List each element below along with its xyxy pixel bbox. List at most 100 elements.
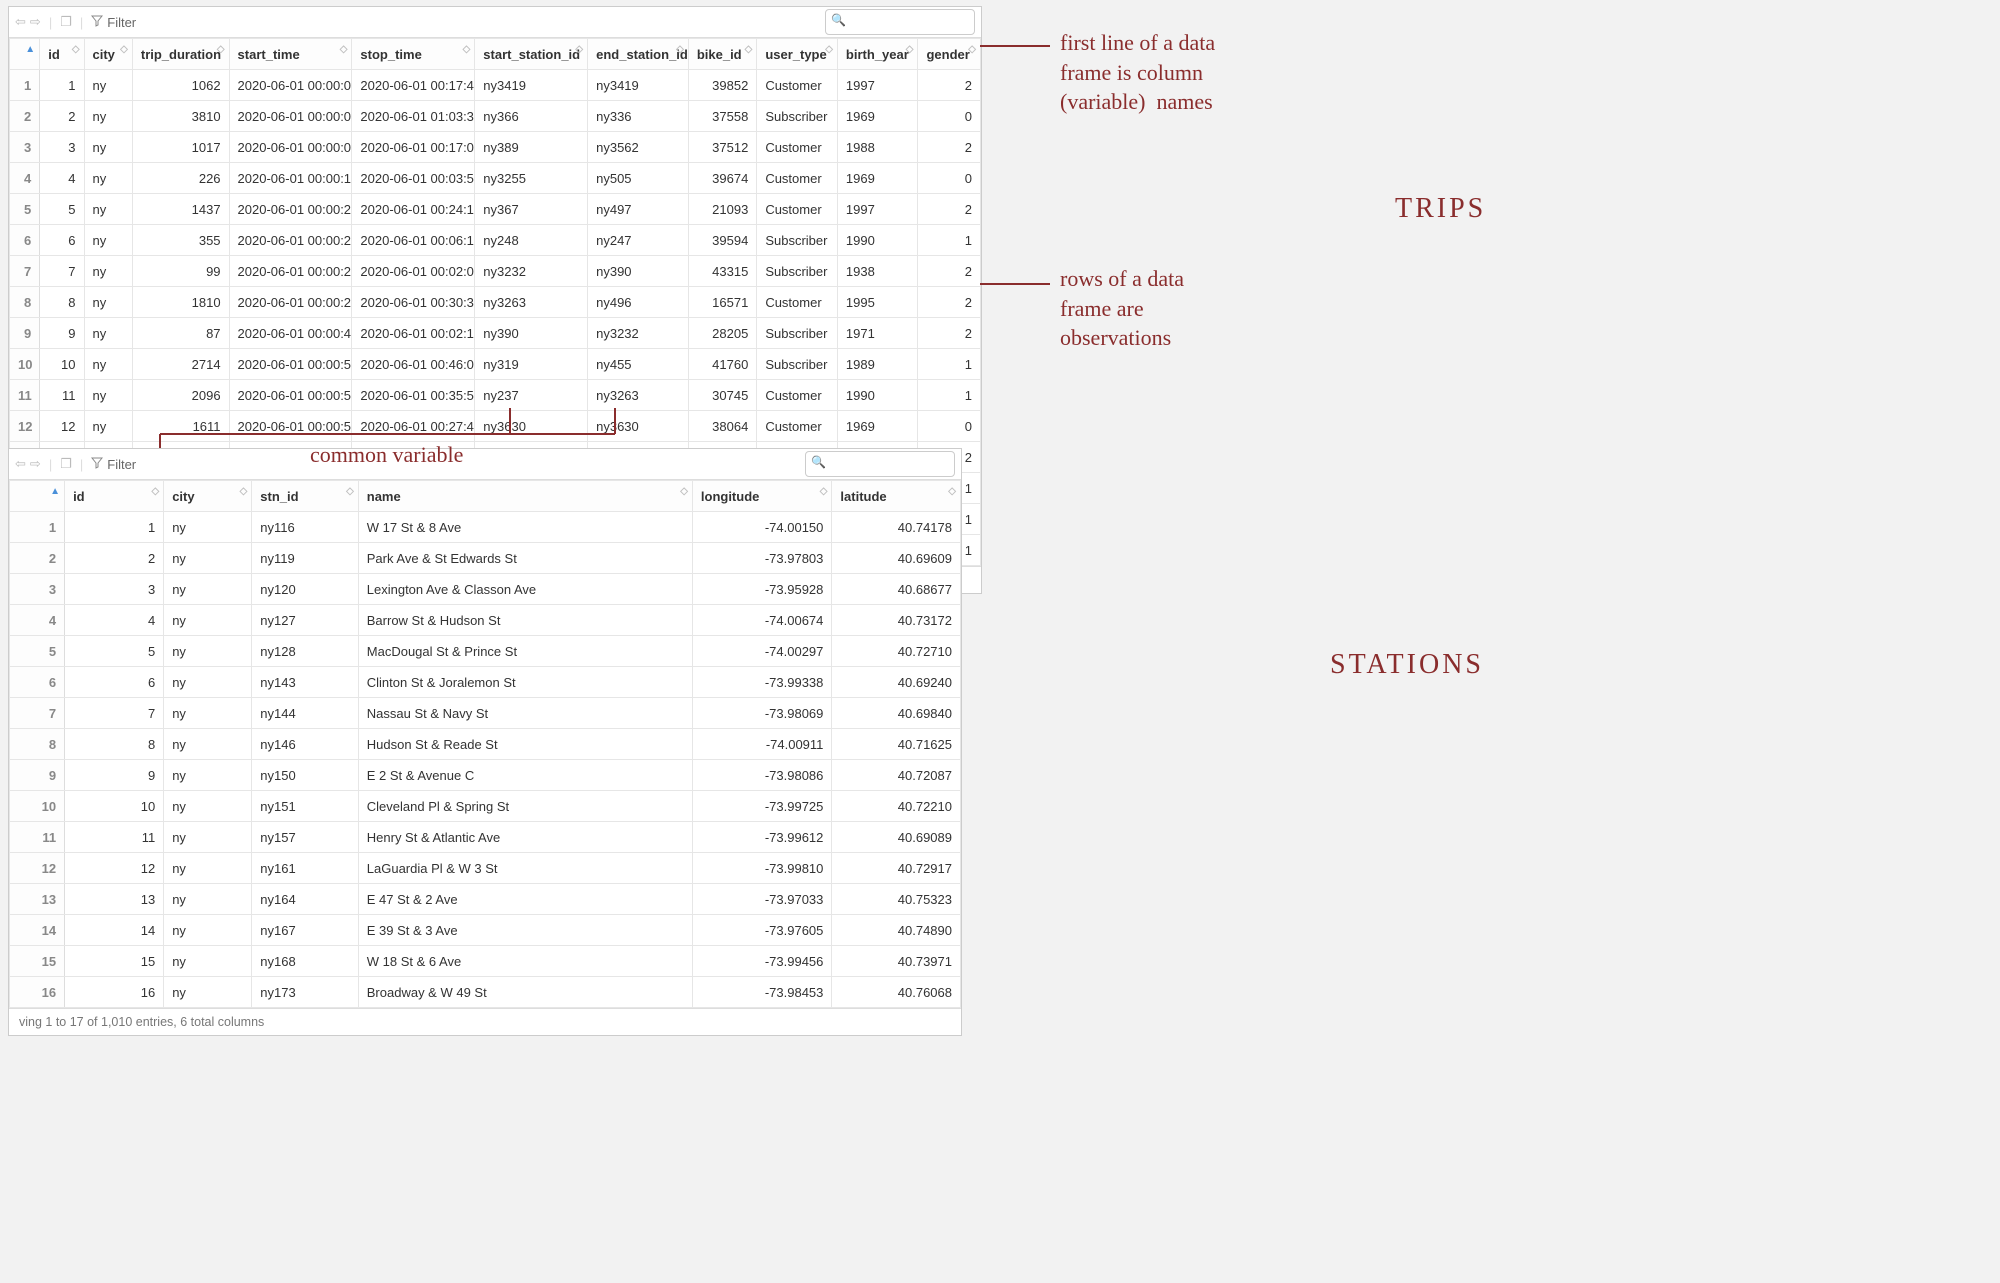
table-row[interactable]: 44nyny127Barrow St & Hudson St-74.006744…	[10, 605, 961, 636]
forward-icon[interactable]: ⇨	[30, 14, 41, 30]
table-row[interactable]: 1111ny20962020-06-01 00:00:562020-06-01 …	[10, 380, 981, 411]
cell-longitude: -73.99725	[692, 791, 832, 822]
cell-gender: 1	[918, 380, 981, 411]
col-start-time[interactable]: start_time◇	[229, 39, 352, 70]
table-row[interactable]: 1313nyny164E 47 St & 2 Ave-73.9703340.75…	[10, 884, 961, 915]
col-bike-id[interactable]: bike_id◇	[688, 39, 756, 70]
cell-city: ny	[164, 977, 252, 1008]
table-row[interactable]: 99ny872020-06-01 00:00:482020-06-01 00:0…	[10, 318, 981, 349]
cell-city: ny	[164, 729, 252, 760]
cell-id: 15	[65, 946, 164, 977]
cell-city: ny	[84, 256, 132, 287]
cell-latitude: 40.73172	[832, 605, 961, 636]
table-row[interactable]: 55nyny128MacDougal St & Prince St-74.002…	[10, 636, 961, 667]
cell-bike-id: 39594	[688, 225, 756, 256]
stations-data-viewer: ⇦ ⇨ | ❐ | Filter 🔍 ▲ id◇ city◇ stn_id◇ n…	[8, 448, 962, 1036]
cell-start-station-id: ny390	[475, 318, 588, 349]
table-row[interactable]: 1616nyny173Broadway & W 49 St-73.9845340…	[10, 977, 961, 1008]
col-city[interactable]: city◇	[164, 481, 252, 512]
table-row[interactable]: 22ny38102020-06-01 00:00:032020-06-01 01…	[10, 101, 981, 132]
table-row[interactable]: 1515nyny168W 18 St & 6 Ave-73.9945640.73…	[10, 946, 961, 977]
table-row[interactable]: 88ny18102020-06-01 00:00:272020-06-01 00…	[10, 287, 981, 318]
cell-user-type: Subscriber	[757, 349, 838, 380]
table-row[interactable]: 11ny10622020-06-01 00:00:032020-06-01 00…	[10, 70, 981, 101]
filter-button[interactable]: Filter	[91, 457, 136, 472]
table-row[interactable]: 99nyny150E 2 St & Avenue C-73.9808640.72…	[10, 760, 961, 791]
col-longitude[interactable]: longitude◇	[692, 481, 832, 512]
table-row[interactable]: 33nyny120Lexington Ave & Classon Ave-73.…	[10, 574, 961, 605]
cell-latitude: 40.68677	[832, 574, 961, 605]
table-row[interactable]: 1212nyny161LaGuardia Pl & W 3 St-73.9981…	[10, 853, 961, 884]
table-row[interactable]: 66nyny143Clinton St & Joralemon St-73.99…	[10, 667, 961, 698]
table-row[interactable]: 22nyny119Park Ave & St Edwards St-73.978…	[10, 543, 961, 574]
cell-name: Henry St & Atlantic Ave	[358, 822, 692, 853]
cell-start-station-id: ny319	[475, 349, 588, 380]
cell-user-type: Subscriber	[757, 318, 838, 349]
col-id[interactable]: id◇	[40, 39, 84, 70]
table-row[interactable]: 77ny992020-06-01 00:00:252020-06-01 00:0…	[10, 256, 981, 287]
search-input[interactable]	[805, 451, 955, 477]
cell-bike-id: 21093	[688, 194, 756, 225]
stations-table: ▲ id◇ city◇ stn_id◇ name◇ longitude◇ lat…	[9, 480, 961, 1008]
col-trip-duration[interactable]: trip_duration◇	[132, 39, 229, 70]
cell-latitude: 40.71625	[832, 729, 961, 760]
col-name[interactable]: name◇	[358, 481, 692, 512]
table-row[interactable]: 77nyny144Nassau St & Navy St-73.9806940.…	[10, 698, 961, 729]
col-start-station-id[interactable]: start_station_id◇	[475, 39, 588, 70]
col-end-station-id[interactable]: end_station_id◇	[588, 39, 689, 70]
cell-end-station-id: ny3263	[588, 380, 689, 411]
col-latitude[interactable]: latitude◇	[832, 481, 961, 512]
row-number: 12	[10, 853, 65, 884]
table-row[interactable]: 44ny2262020-06-01 00:00:122020-06-01 00:…	[10, 163, 981, 194]
cell-start-station-id: ny389	[475, 132, 588, 163]
table-row[interactable]: 1111nyny157Henry St & Atlantic Ave-73.99…	[10, 822, 961, 853]
cell-latitude: 40.76068	[832, 977, 961, 1008]
col-stn-id[interactable]: stn_id◇	[252, 481, 358, 512]
funnel-icon	[91, 457, 103, 472]
cell-name: W 18 St & 6 Ave	[358, 946, 692, 977]
table-row[interactable]: 55ny14372020-06-01 00:00:212020-06-01 00…	[10, 194, 981, 225]
table-row[interactable]: 1010ny27142020-06-01 00:00:502020-06-01 …	[10, 349, 981, 380]
row-number: 5	[10, 636, 65, 667]
cell-id: 16	[65, 977, 164, 1008]
col-city[interactable]: city◇	[84, 39, 132, 70]
popout-icon[interactable]: ❐	[60, 14, 72, 30]
cell-longitude: -73.98069	[692, 698, 832, 729]
cell-city: ny	[164, 574, 252, 605]
table-row[interactable]: 88nyny146Hudson St & Reade St-74.0091140…	[10, 729, 961, 760]
cell-city: ny	[164, 605, 252, 636]
table-row[interactable]: 33ny10172020-06-01 00:00:092020-06-01 00…	[10, 132, 981, 163]
row-number: 4	[10, 605, 65, 636]
row-number-header[interactable]: ▲	[10, 39, 40, 70]
cell-longitude: -73.98453	[692, 977, 832, 1008]
popout-icon[interactable]: ❐	[60, 456, 72, 472]
cell-user-type: Subscriber	[757, 225, 838, 256]
col-gender[interactable]: gender◇	[918, 39, 981, 70]
filter-button[interactable]: Filter	[91, 15, 136, 30]
cell-stn-id: ny151	[252, 791, 358, 822]
cell-name: Park Ave & St Edwards St	[358, 543, 692, 574]
col-id[interactable]: id◇	[65, 481, 164, 512]
row-number: 3	[10, 574, 65, 605]
cell-latitude: 40.72917	[832, 853, 961, 884]
cell-longitude: -73.97605	[692, 915, 832, 946]
row-number-header[interactable]: ▲	[10, 481, 65, 512]
cell-name: Barrow St & Hudson St	[358, 605, 692, 636]
cell-city: ny	[164, 853, 252, 884]
col-user-type[interactable]: user_type◇	[757, 39, 838, 70]
filter-label: Filter	[107, 457, 136, 472]
cell-name: Hudson St & Reade St	[358, 729, 692, 760]
back-icon[interactable]: ⇦	[15, 456, 26, 472]
table-row[interactable]: 11nyny116W 17 St & 8 Ave-74.0015040.7417…	[10, 512, 961, 543]
table-row[interactable]: 1010nyny151Cleveland Pl & Spring St-73.9…	[10, 791, 961, 822]
back-icon[interactable]: ⇦	[15, 14, 26, 30]
table-row[interactable]: 1414nyny167E 39 St & 3 Ave-73.9760540.74…	[10, 915, 961, 946]
forward-icon[interactable]: ⇨	[30, 456, 41, 472]
col-stop-time[interactable]: stop_time◇	[352, 39, 475, 70]
cell-bike-id: 39852	[688, 70, 756, 101]
cell-latitude: 40.74178	[832, 512, 961, 543]
cell-id: 3	[40, 132, 84, 163]
col-birth-year[interactable]: birth_year◇	[837, 39, 918, 70]
search-input[interactable]	[825, 9, 975, 35]
table-row[interactable]: 66ny3552020-06-01 00:00:222020-06-01 00:…	[10, 225, 981, 256]
